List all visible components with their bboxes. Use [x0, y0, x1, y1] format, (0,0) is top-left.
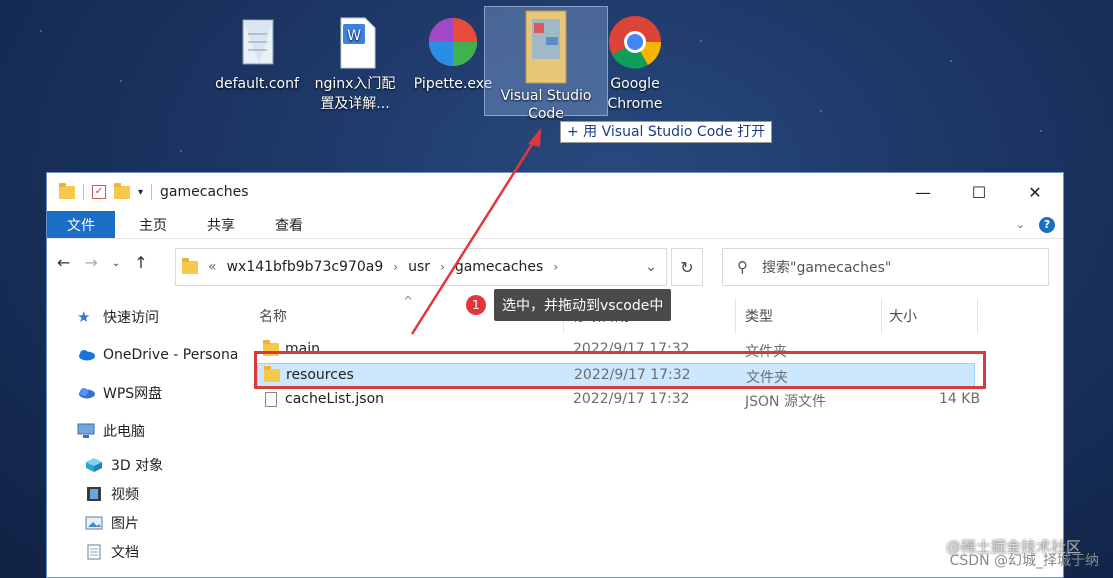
step-number-badge: 1: [466, 295, 486, 315]
step-annotation-text: 选中，并拖动到vscode中: [494, 289, 672, 321]
step-annotation: 1 选中，并拖动到vscode中: [466, 289, 672, 321]
csdn-watermark: CSDN @幻城_择城于纳: [949, 553, 1099, 569]
